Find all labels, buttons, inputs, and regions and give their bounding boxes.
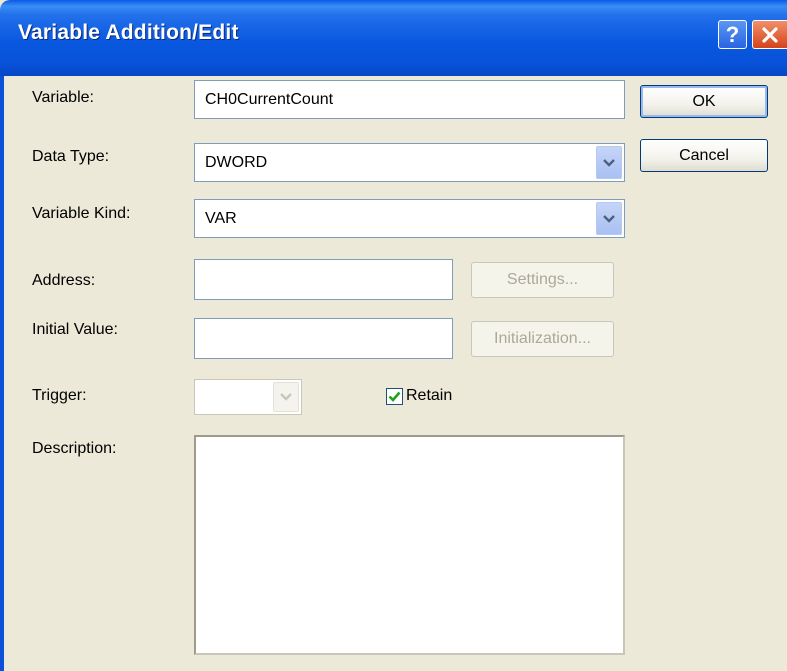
help-icon: ?	[725, 21, 740, 47]
variable-kind-select[interactable]: VAR	[194, 199, 625, 238]
initialization-label: Initialization...	[494, 330, 591, 347]
close-icon	[762, 26, 778, 43]
description-label: Description:	[32, 440, 117, 457]
settings-label: Settings...	[506, 271, 579, 288]
variable-kind-value: VAR	[205, 209, 237, 227]
trigger-select[interactable]	[194, 379, 302, 415]
data-type-label: Data Type:	[32, 148, 110, 165]
check-icon	[388, 391, 401, 402]
initial-value-label: Initial Value:	[32, 321, 118, 338]
window-title: Variable Addition/Edit	[18, 21, 239, 44]
variable-input[interactable]: CH0CurrentCount	[194, 80, 625, 119]
data-type-select[interactable]: DWORD	[194, 143, 625, 182]
settings-button[interactable]: Settings...	[471, 262, 614, 298]
data-type-dropdown-button[interactable]	[596, 146, 622, 179]
trigger-label: Trigger:	[32, 387, 87, 404]
title-bar[interactable]: Variable Addition/Edit ?	[0, 0, 787, 76]
retain-label[interactable]: Retain	[406, 387, 452, 405]
ok-button[interactable]: OK	[640, 85, 768, 118]
variable-value: CH0CurrentCount	[205, 90, 334, 108]
variable-dialog: Variable Addition/Edit ? Variable: CH0Cu…	[0, 0, 787, 671]
chevron-down-icon	[603, 214, 615, 223]
ok-label: OK	[692, 92, 716, 110]
cancel-button[interactable]: Cancel	[640, 139, 768, 172]
chevron-down-icon	[280, 393, 292, 401]
variable-kind-dropdown-button[interactable]	[596, 202, 622, 235]
window-border	[0, 76, 4, 671]
variable-kind-label: Variable Kind:	[32, 205, 131, 222]
initial-value-input[interactable]	[194, 318, 453, 359]
initialization-button[interactable]: Initialization...	[471, 321, 614, 357]
help-button[interactable]: ?	[718, 20, 747, 49]
address-label: Address:	[32, 272, 96, 289]
trigger-dropdown-button[interactable]	[273, 382, 299, 412]
cancel-label: Cancel	[679, 146, 729, 164]
address-input[interactable]	[194, 259, 453, 300]
retain-checkbox[interactable]	[386, 388, 403, 405]
variable-label: Variable:	[32, 89, 94, 106]
description-textarea[interactable]	[194, 435, 625, 655]
data-type-value: DWORD	[205, 153, 268, 171]
close-button[interactable]	[752, 20, 787, 49]
chevron-down-icon	[603, 158, 615, 167]
